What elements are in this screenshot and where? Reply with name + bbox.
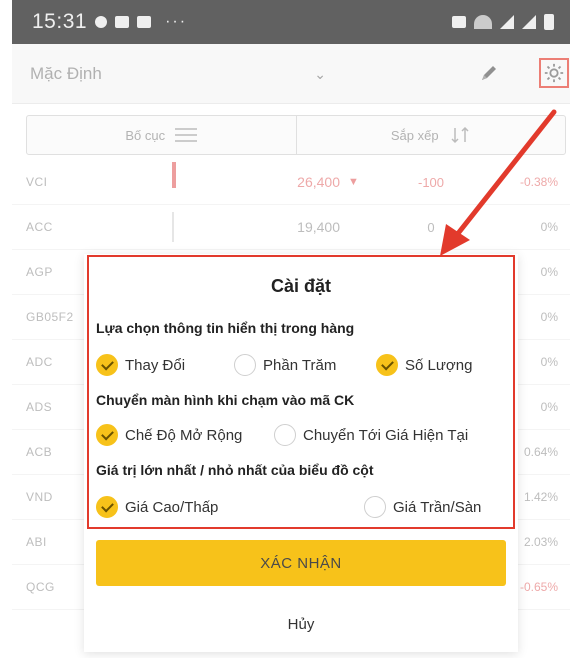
option-go-to-price[interactable]: Chuyển Tới Giá Hiện Tại xyxy=(274,424,468,446)
option-label: Giá Cao/Thấp xyxy=(125,498,219,516)
row-info-heading: Lựa chọn thông tin hiển thị trong hàng xyxy=(96,320,355,336)
option-volume[interactable]: Số Lượng xyxy=(376,354,472,376)
checkbox-checked-icon xyxy=(96,424,118,446)
option-label: Phần Trăm xyxy=(263,356,337,374)
option-label: Chuyển Tới Giá Hiện Tại xyxy=(303,426,469,444)
confirm-button[interactable]: XÁC NHẬN xyxy=(96,540,506,586)
checkbox-unchecked-icon xyxy=(364,496,386,518)
option-label: Chế Độ Mở Rộng xyxy=(125,426,243,444)
checkbox-checked-icon xyxy=(96,496,118,518)
checkbox-unchecked-icon xyxy=(234,354,256,376)
option-expanded-mode[interactable]: Chế Độ Mở Rộng xyxy=(96,424,242,446)
option-high-low[interactable]: Giá Cao/Thấp xyxy=(96,496,218,518)
tap-action-heading: Chuyển màn hình khi chạm vào mã CK xyxy=(96,392,355,408)
chart-range-heading: Giá trị lớn nhất / nhỏ nhất của biểu đồ … xyxy=(96,462,374,478)
option-label: Giá Trần/Sàn xyxy=(393,498,482,516)
option-ceiling-floor[interactable]: Giá Trần/Sàn xyxy=(364,496,481,518)
option-percent[interactable]: Phần Trăm xyxy=(234,354,336,376)
settings-dialog: Cài đặt Lựa chọn thông tin hiển thị tron… xyxy=(84,254,518,652)
checkbox-checked-icon xyxy=(376,354,398,376)
checkbox-unchecked-icon xyxy=(274,424,296,446)
option-label: Số Lượng xyxy=(405,356,473,374)
dialog-title: Cài đặt xyxy=(270,276,331,296)
option-label: Thay Đổi xyxy=(125,356,186,374)
cancel-button[interactable]: Hủy xyxy=(84,604,518,644)
option-change[interactable]: Thay Đổi xyxy=(96,354,185,376)
checkbox-checked-icon xyxy=(96,354,118,376)
